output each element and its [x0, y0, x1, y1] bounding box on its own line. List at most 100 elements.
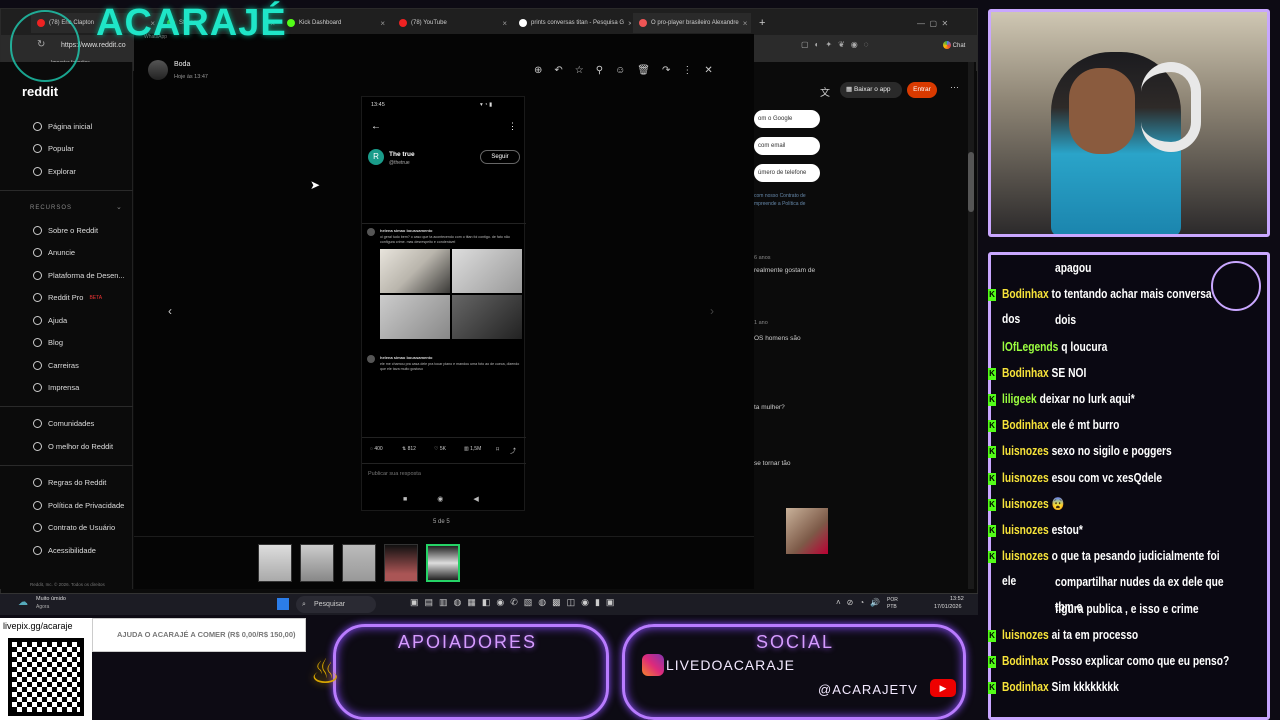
chat-username[interactable]: Bodinhax [1002, 366, 1049, 380]
chat-message[interactable]: Bodinhax Posso explicar como que eu pens… [1002, 649, 1229, 674]
nav-press[interactable]: Imprensa [33, 383, 79, 392]
thumbnail[interactable] [300, 544, 334, 582]
clock-date[interactable]: 17/01/2026 [934, 604, 962, 610]
share-icon[interactable]: ⤴ [510, 446, 516, 455]
chat-username[interactable]: luisnozes [1002, 471, 1049, 485]
chat-message[interactable]: luisnozes estou* [1002, 518, 1083, 543]
system-tray-icons[interactable]: ˄⊘◔🔊 [836, 598, 886, 607]
snippet[interactable]: se tornar tão [754, 460, 791, 467]
chat-username[interactable]: Bodinhax [1002, 680, 1049, 694]
chat-username[interactable]: lOfLegends [1002, 340, 1058, 354]
scrollbar-thumb[interactable] [968, 152, 974, 212]
follow-button[interactable]: Seguir [480, 150, 520, 164]
chat-message[interactable]: Bodinhax ele é mt burro [1002, 413, 1119, 438]
more-vertical-icon[interactable]: ⋮ [508, 121, 517, 132]
login-button[interactable]: Entrar [907, 82, 937, 98]
post-thumbnail[interactable] [786, 508, 828, 554]
tweet-image[interactable] [380, 249, 450, 293]
thumbnail[interactable] [342, 544, 376, 582]
recents-icon[interactable]: ■ [403, 496, 437, 503]
sender-name[interactable]: Boda [174, 61, 190, 68]
like-count[interactable]: ♡ 5K [434, 446, 446, 452]
nav-careers[interactable]: Carreiras [33, 361, 79, 370]
more-icon[interactable]: ⋮ [682, 65, 704, 76]
avatar[interactable] [148, 60, 168, 80]
scrollbar[interactable] [968, 62, 974, 589]
chat-message[interactable]: Bodinhax Sim kkkkkkkk [1002, 675, 1119, 700]
terms-text[interactable]: mpreende a Política de [754, 201, 805, 207]
reply-count[interactable]: ◌ 400 [370, 446, 383, 452]
nav-reddit-pro[interactable]: Reddit Pro BETA [33, 293, 102, 302]
chat-username[interactable]: luisnozes [1002, 497, 1049, 511]
chat-button[interactable]: Chat [943, 39, 971, 53]
keyboard-layout[interactable]: PTB [887, 604, 897, 610]
chat-message[interactable]: luisnozes sexo no sigilo e poggers [1002, 439, 1172, 464]
taskbar-apps[interactable]: ▣▤▥◍▦◧◉✆▧◍▩◫◉▮▣ [410, 597, 620, 608]
back-arrow-icon[interactable]: ← [371, 121, 381, 132]
forward-icon[interactable]: ↷ [662, 65, 682, 76]
snippet[interactable]: realmente gostam de [754, 267, 815, 274]
profile-name[interactable]: The true [389, 151, 415, 158]
chat-username[interactable]: luisnozes [1002, 523, 1049, 537]
translate-icon[interactable]: 文 [820, 84, 830, 99]
chat-message[interactable]: luisnozes ai ta em processo [1002, 623, 1138, 648]
snippet[interactable]: ta mulher? [754, 404, 785, 411]
pin-icon[interactable]: ⚲ [596, 65, 615, 76]
download-app-button[interactable]: ▦ Baixar o app [840, 82, 902, 98]
nav-accessibility[interactable]: Acessibilidade [33, 546, 96, 555]
section-label[interactable]: RECURSOS [30, 205, 72, 211]
nav-blog[interactable]: Blog [33, 338, 63, 347]
chat-username[interactable]: luisnozes [1002, 628, 1049, 642]
chat-message[interactable]: dois [1055, 308, 1076, 333]
nav-advertise[interactable]: Anuncie [33, 248, 75, 257]
chat-message[interactable]: liligeek deixar no lurk aqui* [1002, 387, 1135, 412]
chat-username[interactable]: luisnozes [1002, 444, 1049, 458]
prev-arrow-icon[interactable]: ‹ [168, 304, 172, 318]
nav-rules[interactable]: Regras do Reddit [33, 478, 106, 487]
chat-message[interactable]: apagou [1055, 256, 1091, 281]
thumbnail-selected[interactable] [426, 544, 460, 582]
chat-username[interactable]: Bodinhax [1002, 287, 1049, 301]
chat-message[interactable]: Bodinhax to tentando achar mais conversa… [1002, 282, 1230, 332]
chat-username[interactable]: liligeek [1002, 392, 1037, 406]
reddit-logo[interactable]: reddit [22, 84, 58, 99]
windows-start-icon[interactable] [277, 598, 289, 610]
extension-icons[interactable]: ▢◐✦❦◉◌ [801, 40, 875, 49]
login-google-button[interactable]: om o Google [754, 110, 820, 128]
nav-communities[interactable]: Comunidades [33, 419, 94, 428]
retweet-count[interactable]: ⇅ 812 [402, 446, 416, 452]
profile-avatar[interactable]: R [368, 149, 384, 165]
nav-explore[interactable]: Explorar [33, 167, 76, 176]
next-arrow-icon[interactable]: › [710, 304, 714, 318]
chat-message[interactable]: Bodinhax SE NOI [1002, 361, 1086, 386]
snippet[interactable]: OS homens são [754, 335, 801, 342]
bookmark-icon[interactable]: ⌑ [496, 446, 499, 453]
tab-google-search[interactable]: prints conversas titan - Pesquisa G × [513, 13, 631, 33]
home-button-icon[interactable]: ◉ [437, 496, 473, 503]
taskbar-search[interactable]: ⌕ Pesquisar [296, 596, 376, 613]
tab-kick-dashboard[interactable]: Kick Dashboard × [281, 13, 391, 33]
thumbnail[interactable] [384, 544, 418, 582]
window-controls[interactable]: — ▢ ✕ [911, 13, 954, 33]
terms-text[interactable]: com nosso Contrato de [754, 193, 806, 199]
footer-text[interactable]: Reddit, Inc. © 2026. Todos os direitos [30, 582, 105, 587]
language-label[interactable]: POR [887, 597, 898, 603]
new-tab-button[interactable]: + [753, 13, 773, 33]
chat-message[interactable]: luisnozes esou com vc xesQdele [1002, 466, 1162, 491]
delete-icon[interactable]: 🗑 [637, 65, 662, 76]
reply-icon[interactable]: ↶ [554, 65, 574, 76]
weather-label[interactable]: Muito úmido [36, 596, 66, 602]
nav-popular[interactable]: Popular [33, 144, 74, 153]
nav-developer[interactable]: Plataforma de Desen... [33, 271, 125, 280]
view-count[interactable]: ▥ 1,5M [464, 446, 481, 452]
nav-user-agreement[interactable]: Contrato de Usuário [33, 523, 115, 532]
nav-privacy[interactable]: Política de Privacidade [33, 501, 124, 510]
close-icon[interactable]: × [380, 19, 385, 28]
login-email-button[interactable]: com email [754, 137, 820, 155]
chat-username[interactable]: luisnozes [1002, 549, 1049, 563]
nav-help[interactable]: Ajuda [33, 316, 67, 325]
star-icon[interactable]: ☆ [575, 65, 596, 76]
back-icon[interactable]: ◀ [473, 496, 508, 503]
thumbnail[interactable] [258, 544, 292, 582]
chat-username[interactable]: Bodinhax [1002, 654, 1049, 668]
